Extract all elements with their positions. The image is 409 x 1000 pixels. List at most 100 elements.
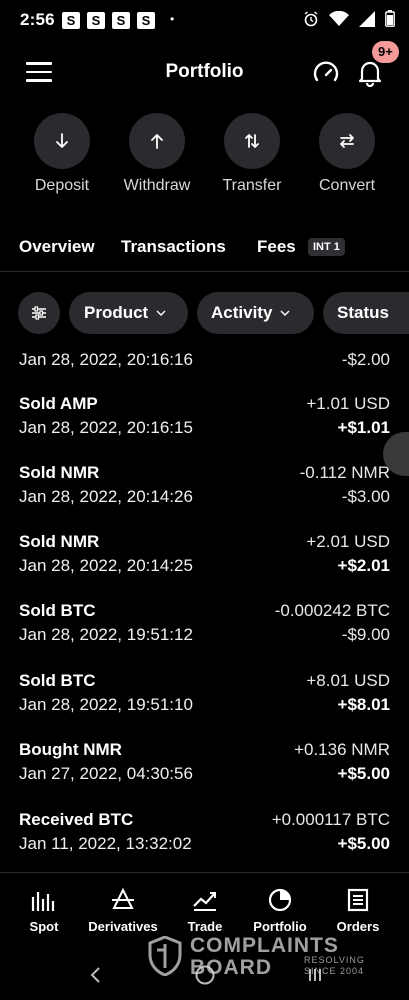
nav-spot[interactable]: Spot xyxy=(4,887,84,934)
status-filter[interactable]: Status xyxy=(323,292,409,334)
deposit-button[interactable]: Deposit xyxy=(14,113,110,195)
transaction-title: Received BTC xyxy=(19,810,134,829)
bell-icon[interactable] xyxy=(357,59,383,87)
sliders-icon xyxy=(32,306,46,320)
transaction-amount: -0.000242 BTC xyxy=(274,601,390,620)
transaction-date: Jan 28, 2022, 20:14:26 xyxy=(19,487,193,506)
transaction-usd: +$8.01 xyxy=(337,695,390,714)
list-item[interactable]: Sold BTC Jan 28, 2022, 19:51:10 +8.01 US… xyxy=(0,671,409,740)
chevron-down-icon xyxy=(156,310,166,316)
transaction-usd: -$9.00 xyxy=(341,625,390,644)
transaction-date: Jan 28, 2022, 19:51:12 xyxy=(19,625,193,644)
filter-settings-button[interactable] xyxy=(18,292,60,334)
pie-chart-icon xyxy=(268,888,292,912)
transaction-date: Jan 27, 2022, 04:30:56 xyxy=(19,764,193,783)
transaction-usd: -$2.00 xyxy=(341,350,390,369)
watermark-line2: BOARD xyxy=(190,956,272,979)
status-filter-label: Status xyxy=(337,303,389,322)
portfolio-tabs: Overview Transactions Fees INT 1 xyxy=(0,232,409,272)
transaction-usd: +$5.00 xyxy=(337,764,390,783)
convert-icon xyxy=(340,134,354,148)
transaction-amount: +0.000117 BTC xyxy=(271,810,390,829)
battery-icon xyxy=(385,10,395,27)
notification-icon: S xyxy=(137,12,155,29)
list-item[interactable]: Jan 28, 2022, 20:16:16 -$2.00 xyxy=(0,340,409,395)
status-bar: 2:56 S S S S • xyxy=(0,0,409,40)
arrow-down-icon xyxy=(56,133,68,148)
transaction-amount: +1.01 USD xyxy=(306,394,390,413)
list-item[interactable]: Sold AMP Jan 28, 2022, 20:16:15 +1.01 US… xyxy=(0,394,409,463)
arrow-up-icon xyxy=(151,134,163,149)
orders-list-icon xyxy=(347,888,369,912)
transaction-usd: +$5.00 xyxy=(337,834,390,853)
back-icon[interactable] xyxy=(88,966,102,984)
withdraw-label: Withdraw xyxy=(123,177,191,194)
tab-transactions[interactable]: Transactions xyxy=(121,237,226,257)
transaction-date: Jan 28, 2022, 20:14:25 xyxy=(19,556,193,575)
transfer-icon xyxy=(245,134,259,148)
transaction-date: Jan 11, 2022, 13:32:02 xyxy=(19,834,192,853)
page-title: Portfolio xyxy=(165,61,244,82)
speedometer-icon[interactable] xyxy=(312,59,340,87)
convert-button[interactable]: Convert xyxy=(299,113,395,195)
list-item[interactable]: Sold NMR Jan 28, 2022, 20:14:26 -0.112 N… xyxy=(0,463,409,532)
quick-actions: Deposit Withdraw Transfer Convert xyxy=(0,113,409,203)
watermark-sub2: SINCE 2004 xyxy=(304,966,365,976)
transfer-label: Transfer xyxy=(222,177,282,194)
list-item[interactable]: Received BTC Jan 11, 2022, 13:32:02 +0.0… xyxy=(0,810,409,868)
watermark-sub: RESOLVING SINCE 2004 xyxy=(304,955,365,977)
convert-label: Convert xyxy=(318,177,376,194)
transfer-button[interactable]: Transfer xyxy=(204,113,300,195)
transaction-amount: +2.01 USD xyxy=(306,532,390,551)
transaction-date: Jan 28, 2022, 20:16:16 xyxy=(19,350,193,369)
list-item[interactable]: Bought NMR Jan 27, 2022, 04:30:56 +0.136… xyxy=(0,740,409,809)
watermark-sub1: RESOLVING xyxy=(304,955,365,965)
transaction-usd: +$2.01 xyxy=(337,556,390,575)
nav-orders[interactable]: Orders xyxy=(318,887,398,934)
deposit-label: Deposit xyxy=(34,177,90,194)
list-item[interactable]: Sold BTC Jan 28, 2022, 19:51:12 -0.00024… xyxy=(0,601,409,670)
clock: 2:56 xyxy=(20,10,55,29)
activity-filter[interactable]: Activity xyxy=(197,292,314,334)
transaction-date: Jan 28, 2022, 19:51:10 xyxy=(19,695,193,714)
transaction-amount: +0.136 NMR xyxy=(294,740,390,759)
transaction-title: Bought NMR xyxy=(19,740,122,759)
alarm-icon xyxy=(304,10,318,26)
transaction-title: Sold BTC xyxy=(19,601,96,620)
transaction-amount: +8.01 USD xyxy=(306,671,390,690)
complaintsboard-watermark: COMPLAINTS BOARD RESOLVING SINCE 2004 xyxy=(148,932,368,980)
transaction-title: Sold AMP xyxy=(19,394,98,413)
nav-trade[interactable]: Trade xyxy=(165,887,245,934)
bar-chart-icon xyxy=(31,892,55,911)
notification-badge: 9+ xyxy=(372,41,399,63)
nav-portfolio[interactable]: Portfolio xyxy=(240,887,320,934)
product-filter[interactable]: Product xyxy=(69,292,188,334)
activity-filter-label: Activity xyxy=(211,303,273,322)
list-item[interactable]: Sold NMR Jan 28, 2022, 20:14:25 +2.01 US… xyxy=(0,532,409,601)
transaction-usd: -$3.00 xyxy=(341,487,390,506)
transaction-title: Sold NMR xyxy=(19,463,100,482)
signal-icon xyxy=(359,10,375,27)
product-filter-label: Product xyxy=(84,303,149,322)
notification-icon: S xyxy=(112,12,130,29)
derivatives-icon xyxy=(112,888,134,909)
more-notifications-dot: • xyxy=(170,12,175,26)
filter-bar: Product Activity Status xyxy=(0,292,409,334)
transaction-date: Jan 28, 2022, 20:16:15 xyxy=(19,418,193,437)
transaction-usd: +$1.01 xyxy=(337,418,390,437)
transaction-title: Sold NMR xyxy=(19,532,100,551)
system-icons xyxy=(303,10,395,27)
transaction-title: Sold BTC xyxy=(19,671,96,690)
tab-fees[interactable]: Fees xyxy=(257,237,296,257)
notification-icon: S xyxy=(62,12,80,29)
notification-icon: S xyxy=(87,12,105,29)
withdraw-button[interactable]: Withdraw xyxy=(109,113,205,195)
app-header: Portfolio 9+ xyxy=(0,41,409,96)
trade-chart-icon xyxy=(193,892,216,911)
transaction-list: Jan 28, 2022, 20:16:16 -$2.00 Sold AMP J… xyxy=(0,340,409,868)
tab-overview[interactable]: Overview xyxy=(19,237,95,257)
transaction-amount: -0.112 NMR xyxy=(299,463,390,482)
nav-spot-label: Spot xyxy=(29,919,59,934)
nav-derivatives[interactable]: Derivatives xyxy=(83,887,163,934)
chevron-down-icon xyxy=(280,310,290,316)
